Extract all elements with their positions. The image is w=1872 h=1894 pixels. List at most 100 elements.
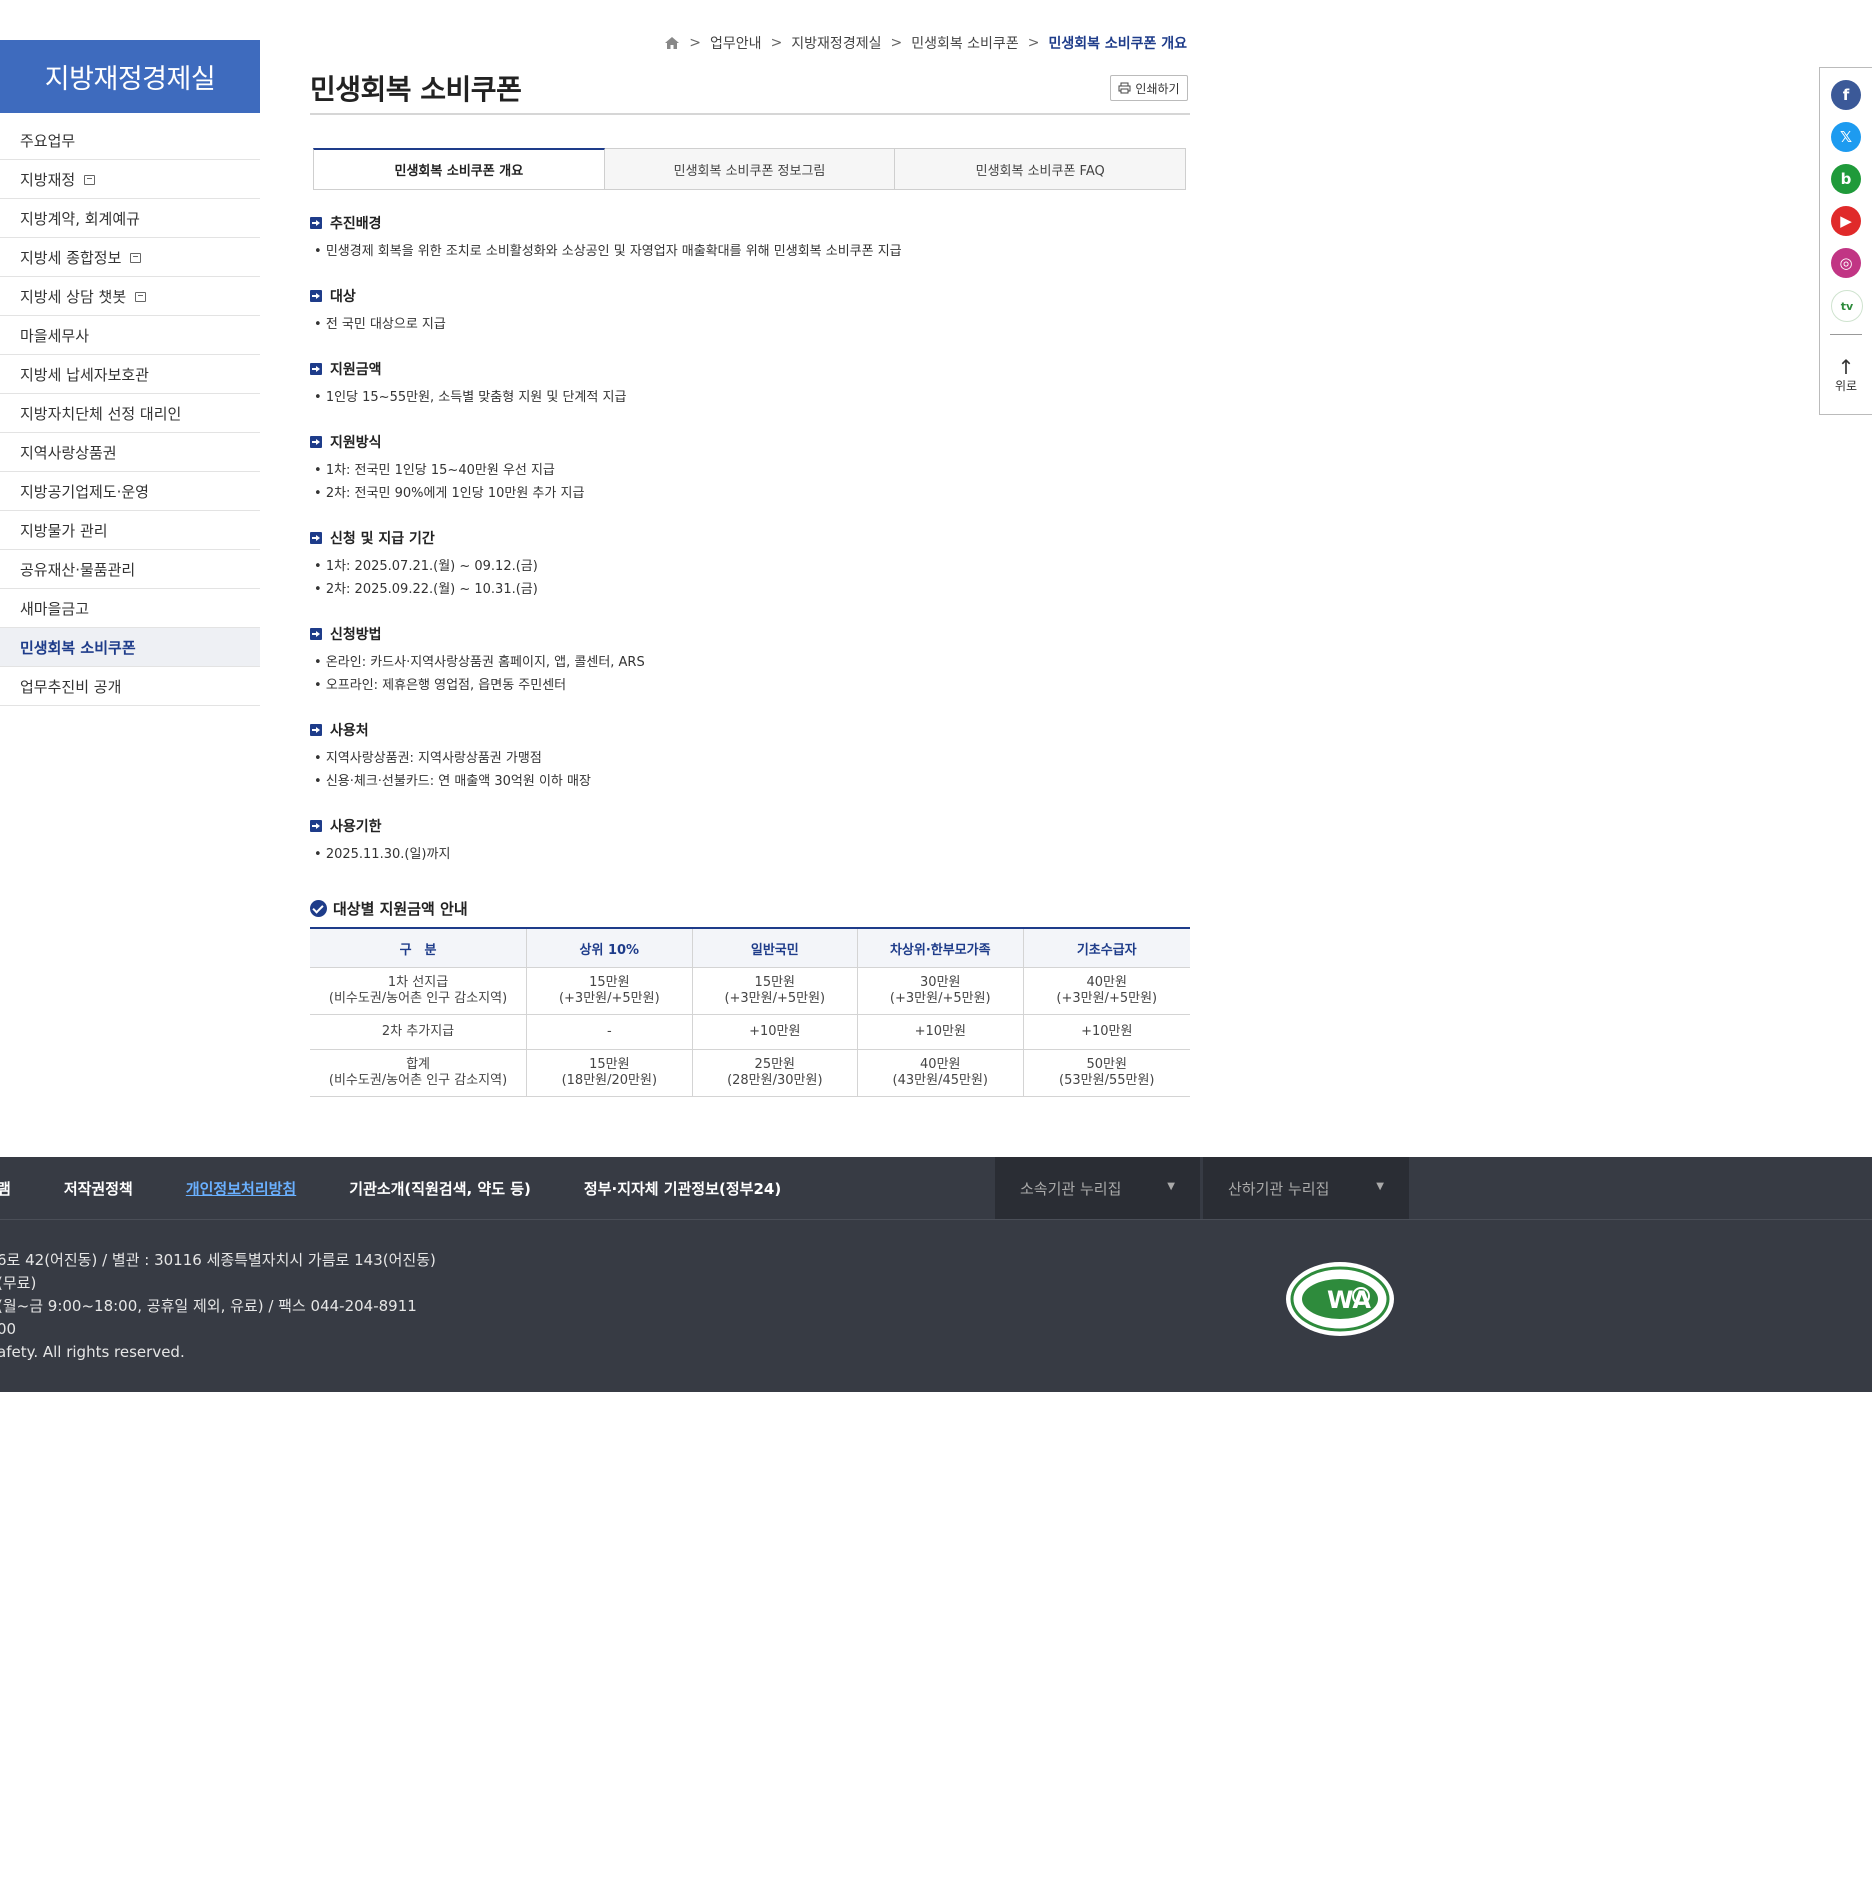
footer-info-line: (무료) — [0, 1274, 37, 1292]
tab[interactable]: 민생회복 소비쿠폰 개요 — [313, 148, 605, 190]
scroll-top-button[interactable]: ↑ 위로 — [1820, 348, 1872, 403]
arrow-right-box-icon — [310, 628, 322, 640]
sidebar-item[interactable]: 지방계약, 회계예규 — [0, 199, 260, 238]
print-label: 인쇄하기 — [1135, 81, 1180, 96]
table-cell: +10만원 — [1022, 1014, 1190, 1050]
sidebar-item-label: 지방세 상담 챗봇 — [20, 287, 127, 306]
table-heading: 대상별 지원금액 안내 — [310, 898, 468, 919]
section-bullets: 민생경제 회복을 위한 조치로 소비활성화와 소상공인 및 자영업자 매출확대를… — [310, 240, 902, 263]
sidebar-item[interactable]: 지방자치단체 선정 대리인 — [0, 394, 260, 433]
footer-nav: 램 저작권정책 개인정보처리방침 기관소개(직원검색, 약도 등) 정부·지자체 기관정… — [0, 1157, 1872, 1220]
footer-link[interactable]: 정부·지자체 기관정보(정부24) — [584, 1178, 781, 1199]
footer-info-line: 00 — [0, 1320, 17, 1338]
section-title: 지원방식 — [330, 435, 382, 451]
section-bullets: 온라인: 카드사·지역사랑상품권 홈페이지, 앱, 콜센터, ARS오프라인: … — [310, 651, 645, 697]
table-title: 대상별 지원금액 안내 — [333, 900, 468, 918]
table-cell: 40만원 (43만원/45만원) — [857, 1049, 1024, 1097]
web-accessibility-mark: WA — [1286, 1262, 1394, 1336]
footer-link[interactable]: 저작권정책 — [64, 1178, 133, 1199]
breadcrumb-separator: > — [890, 35, 903, 51]
support-amount-table: 구 분 상위 10% 일반국민 차상위·한부모가족 기초수급자 1차 선지급 (비수도권… — [310, 927, 1190, 1097]
bullet-item: 전 국민 대상으로 지급 — [310, 313, 446, 336]
home-icon[interactable] — [664, 36, 680, 50]
breadcrumb-separator: > — [770, 35, 783, 51]
section-title: 지원금액 — [330, 362, 382, 378]
tab[interactable]: 민생회복 소비쿠폰 정보그림 — [604, 148, 896, 190]
title-divider — [310, 113, 1190, 115]
instagram-icon[interactable]: ◎ — [1831, 248, 1861, 278]
subsidiary-sites-select[interactable]: 산하기관 누리집 ▼ — [1203, 1157, 1409, 1219]
sidebar-item[interactable]: 민생회복 소비쿠폰 — [0, 628, 260, 667]
sidebar-item-label: 민생회복 소비쿠폰 — [20, 638, 136, 657]
footer-link[interactable]: 개인정보처리방침 — [186, 1178, 296, 1199]
sidebar-item[interactable]: 지역사랑상품권 — [0, 433, 260, 472]
arrow-right-box-icon — [310, 724, 322, 736]
table-header-cell: 기초수급자 — [1022, 928, 1190, 968]
sidebar-item[interactable]: 마을세무사 — [0, 316, 260, 355]
section-title: 신청방법 — [330, 627, 382, 643]
social-divider — [1830, 334, 1862, 335]
subsidiary-sites-label: 산하기관 누리집 — [1228, 1179, 1330, 1198]
section-title: 대상 — [330, 289, 356, 305]
footer-info-line: (월~금 9:00~18:00, 공휴일 제외, 유료) / 팩스 044-20… — [0, 1297, 417, 1315]
sidebar-item-label: 지방재정 — [20, 170, 76, 189]
blog-icon[interactable]: b — [1831, 164, 1861, 194]
sidebar-item[interactable]: 업무추진비 공개 — [0, 667, 260, 706]
arrow-right-box-icon — [310, 290, 322, 302]
footer-link[interactable]: 기관소개(직원검색, 약도 등) — [349, 1178, 531, 1199]
sidebar-item[interactable]: 지방재정 — [0, 160, 260, 199]
table-cell: 25만원 (28만원/30만원) — [691, 1049, 858, 1097]
breadcrumb-separator: > — [1027, 35, 1040, 51]
caret-down-icon: ▼ — [1167, 1181, 1175, 1192]
footer-link[interactable]: 램 — [0, 1178, 11, 1199]
sidebar-item[interactable]: 지방세 상담 챗봇 — [0, 277, 260, 316]
new-window-icon — [84, 175, 96, 185]
facebook-icon[interactable]: f — [1831, 80, 1861, 110]
tv-icon[interactable]: tv — [1831, 290, 1863, 322]
sidebar-item-label: 공유재산·물품관리 — [20, 560, 136, 579]
sidebar-item[interactable]: 지방세 종합정보 — [0, 238, 260, 277]
sidebar-item-label: 지방공기업제도·운영 — [20, 482, 149, 501]
print-button[interactable]: 인쇄하기 — [1110, 75, 1188, 101]
sidebar-item[interactable]: 새마을금고 — [0, 589, 260, 628]
content-section: 사용처지역사랑상품권: 지역사랑상품권 가맹점신용·체크·선불카드: 연 매출액… — [310, 720, 591, 793]
printer-icon — [1118, 82, 1131, 94]
table-cell: +10만원 — [857, 1014, 1024, 1050]
arrow-right-box-icon — [310, 820, 322, 832]
sidebar-item[interactable]: 주요업무 — [0, 121, 260, 160]
svg-text:WA: WA — [1327, 1286, 1371, 1314]
sidebar-item[interactable]: 지방물가 관리 — [0, 511, 260, 550]
table-row: 합계 (비수도권/농어촌 인구 감소지역) 15만원 (18만원/20만원) 25만… — [310, 1049, 1190, 1097]
tab-bar: 민생회복 소비쿠폰 개요 민생회복 소비쿠폰 정보그림 민생회복 소비쿠폰 FAQ — [313, 148, 1187, 190]
new-window-icon — [130, 253, 142, 263]
arrow-right-box-icon — [310, 436, 322, 448]
footer-info-line: afety. All rights reserved. — [0, 1343, 185, 1361]
breadcrumb-link[interactable]: 업무안내 — [710, 33, 762, 53]
content-section: 지원금액 1인당 15~55만원, 소득별 맞춤형 지원 및 단계적 지급 — [310, 359, 626, 409]
sidebar-item-label: 지방세 종합정보 — [20, 248, 122, 267]
table-row: 2차 추가지급 - +10만원 +10만원 +10만원 — [310, 1014, 1190, 1050]
arrow-up-icon: ↑ — [1837, 355, 1855, 379]
sidebar-title[interactable]: 지방재정경제실 — [0, 40, 260, 113]
table-cell: 15만원 (+3만원/+5만원) — [691, 967, 858, 1015]
section-title: 추진배경 — [330, 216, 382, 232]
sidebar-item[interactable]: 공유재산·물품관리 — [0, 550, 260, 589]
table-cell: 합계 (비수도권/농어촌 인구 감소지역) — [310, 1049, 527, 1097]
bullet-item: 1차: 2025.07.21.(월) ~ 09.12.(금) — [310, 555, 538, 578]
section-bullets: 1차: 전국민 1인당 15~40만원 우선 지급2차: 전국민 90%에게 1… — [310, 459, 585, 505]
section-title: 사용처 — [330, 723, 369, 739]
sidebar-item-label: 주요업무 — [20, 131, 76, 150]
table-cell: 30만원 (+3만원/+5만원) — [857, 967, 1024, 1015]
section-heading: 사용처 — [310, 720, 591, 740]
youtube-icon[interactable]: ▶ — [1831, 206, 1861, 236]
table-cell: 15만원 (+3만원/+5만원) — [526, 967, 693, 1015]
tab[interactable]: 민생회복 소비쿠폰 FAQ — [895, 148, 1187, 190]
sidebar-item[interactable]: 지방세 납세자보호관 — [0, 355, 260, 394]
breadcrumb-link[interactable]: 민생회복 소비쿠폰 — [911, 33, 1019, 53]
x-icon[interactable]: 𝕏 — [1831, 122, 1861, 152]
breadcrumb-link[interactable]: 지방재정경제실 — [791, 33, 881, 53]
affiliated-sites-select[interactable]: 소속기관 누리집 ▼ — [995, 1157, 1200, 1219]
table-cell: 40만원 (+3만원/+5만원) — [1022, 967, 1190, 1015]
sidebar-item[interactable]: 지방공기업제도·운영 — [0, 472, 260, 511]
table-cell: +10만원 — [691, 1014, 858, 1050]
